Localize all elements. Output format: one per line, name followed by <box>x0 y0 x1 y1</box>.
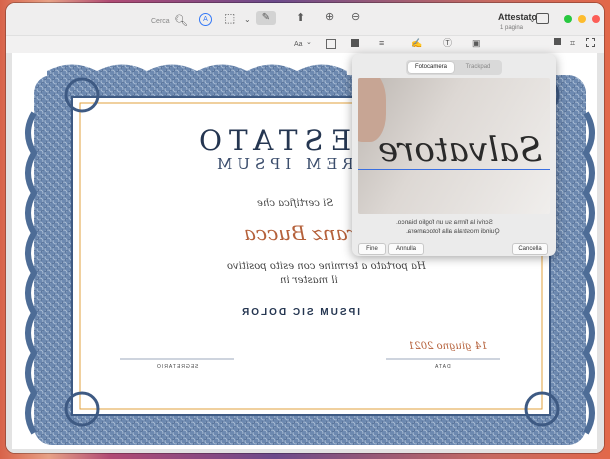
certify-line: Si certifica che <box>257 198 334 209</box>
markup-toolbar: Aa ⌄ ≡ ✍ Ⓣ ▣ ⌗ <box>6 35 604 54</box>
preview-window: 🔍︎ Cerca A ⬚ ✎ ⌄ ⬆︎ ⊕ ⊖ ⌄ Attestato 1 pa… <box>6 3 604 453</box>
share-icon[interactable]: ⬆︎ <box>296 12 305 24</box>
chevron-down-icon[interactable]: ⌄ <box>306 37 312 49</box>
certificate-date: 14 giugno 2021 <box>408 341 488 352</box>
font-label[interactable]: Aa <box>294 39 303 51</box>
zoom-out-icon[interactable]: ⊖ <box>351 11 360 23</box>
crop-icon[interactable]: ⌗ <box>570 37 575 49</box>
sidebar-icon[interactable] <box>536 13 549 24</box>
signature-popover: Fotocamera Trackpad Salvatore Scrivi la … <box>352 54 556 256</box>
shapes-icon[interactable]: ▣ <box>472 37 481 49</box>
window-subtitle: 1 pagina <box>500 25 524 31</box>
body-line-1: Ha portato a termine con esito positivo <box>227 261 426 272</box>
instruction-line-1: Scrivi la firma su un foglio bianco. <box>396 219 493 226</box>
markup-icon[interactable]: ✎ <box>256 11 276 25</box>
done-button[interactable]: Fine <box>358 243 386 255</box>
secretary-label: SEGRETARIO <box>156 364 199 370</box>
tab-fotocamera[interactable]: Fotocamera <box>408 62 454 73</box>
zoom-in-icon[interactable]: ⊕ <box>325 11 334 23</box>
text-icon[interactable]: Ⓣ <box>443 37 452 49</box>
note-icon[interactable] <box>554 38 561 45</box>
minimize-button[interactable] <box>578 15 586 23</box>
close-button[interactable] <box>592 15 600 23</box>
instruction-line-2: Quindi mostrala alla fotocamera. <box>406 228 500 235</box>
fill-color-icon[interactable] <box>326 39 336 49</box>
date-label: DATA <box>434 364 451 370</box>
page-layout-icon[interactable]: ≡ <box>379 37 384 49</box>
camera-preview: Salvatore <box>358 78 550 214</box>
body-line-2: il master in <box>280 275 338 286</box>
zoom-button[interactable] <box>564 15 572 23</box>
chevron-down-icon[interactable]: ⌄ <box>244 14 251 26</box>
border-color-icon[interactable] <box>351 39 359 47</box>
select-icon[interactable] <box>586 38 595 47</box>
rotate-icon[interactable]: ⬚ <box>224 12 235 24</box>
cancel-button[interactable]: Cancella <box>512 243 548 255</box>
course-name: IPSUM SIC DOLOR <box>240 307 361 318</box>
captured-signature: Salvatore <box>378 130 543 170</box>
tab-trackpad[interactable]: Trackpad <box>455 62 501 73</box>
search-icon[interactable]: 🔍︎ <box>174 15 188 27</box>
sign-icon[interactable]: ✍ <box>411 37 422 49</box>
search-input[interactable]: Cerca <box>151 16 170 28</box>
title-bar: 🔍︎ Cerca A ⬚ ✎ ⌄ ⬆︎ ⊕ ⊖ ⌄ Attestato 1 pa… <box>6 3 604 35</box>
undo-button[interactable]: Annulla <box>388 243 424 255</box>
annotate-icon[interactable]: A <box>199 13 212 26</box>
